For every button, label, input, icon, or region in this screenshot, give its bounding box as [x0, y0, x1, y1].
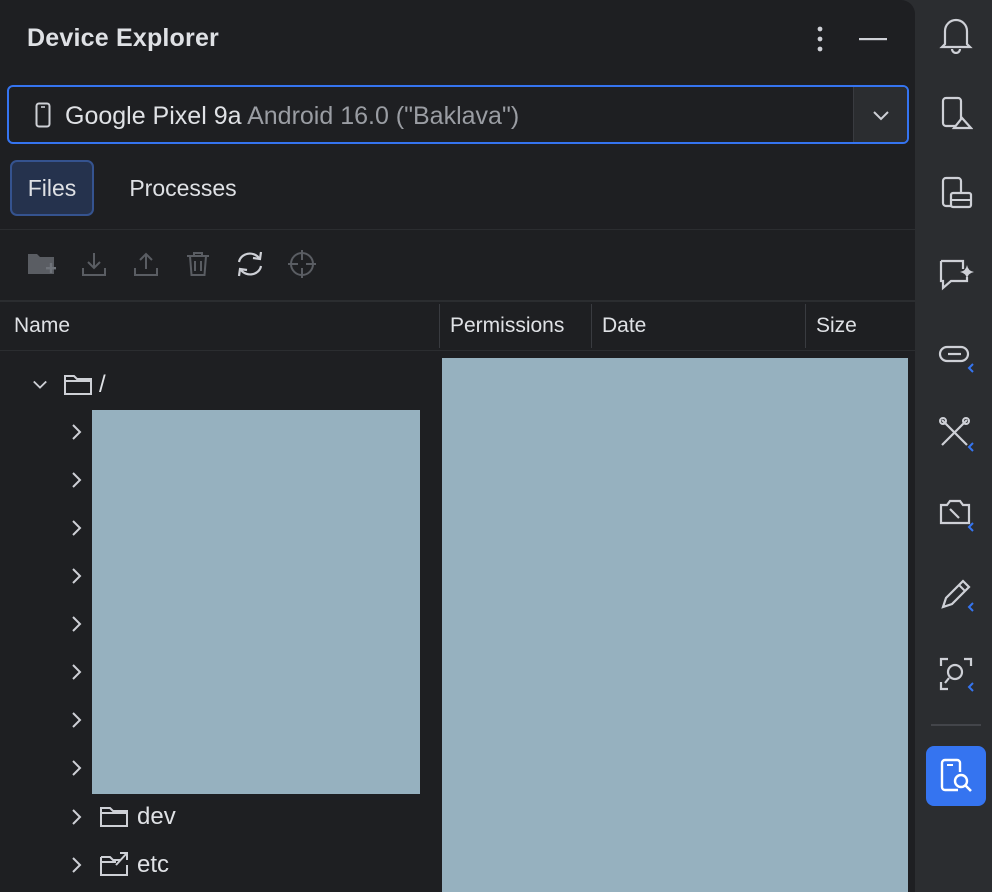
column-divider[interactable] — [591, 304, 592, 348]
ide-window: Device Explorer Google Pixel 9a Android … — [0, 0, 992, 892]
chevron-right-icon[interactable] — [68, 664, 84, 680]
upload-button[interactable] — [130, 248, 162, 280]
tree-row-label: dev — [137, 803, 176, 830]
tab-processes[interactable]: Processes — [108, 160, 258, 216]
download-button[interactable] — [78, 248, 110, 280]
more-options-button[interactable] — [806, 22, 834, 56]
chevron-right-icon[interactable] — [68, 712, 84, 728]
layout-inspector-button[interactable] — [931, 569, 981, 619]
minimize-button[interactable] — [856, 22, 890, 56]
device-name: Google Pixel 9a — [65, 102, 242, 130]
chevron-right-icon[interactable] — [68, 809, 84, 825]
device-dropdown-button[interactable] — [853, 87, 907, 142]
tree-row-etc[interactable]: etc — [68, 841, 169, 889]
tree-row-redacted[interactable] — [68, 552, 84, 600]
app-links-button[interactable] — [931, 330, 981, 380]
minimize-icon — [859, 38, 887, 41]
tree-row-label: / — [99, 371, 106, 398]
screen-capture-button[interactable] — [931, 649, 981, 699]
locate-button[interactable] — [286, 248, 318, 280]
upload-icon — [134, 252, 158, 276]
device-manager-icon — [941, 176, 973, 209]
gemini-chat-button[interactable] — [931, 249, 981, 299]
phone-icon — [35, 102, 51, 128]
tree-row-redacted[interactable] — [68, 600, 84, 648]
chevron-down-icon — [872, 110, 889, 120]
tree-row-redacted[interactable] — [68, 504, 84, 552]
column-header-date[interactable]: Date — [602, 302, 646, 350]
screen-capture-icon — [939, 657, 974, 692]
folder-link-icon — [100, 852, 128, 876]
chevron-down-icon[interactable] — [32, 377, 48, 393]
column-header-size[interactable]: Size — [816, 302, 857, 350]
tree-row-redacted[interactable] — [68, 744, 84, 792]
device-os: Android 16.0 ("Baklava") — [247, 102, 520, 130]
panel-header: Device Explorer — [0, 0, 915, 78]
notifications-button[interactable] — [931, 10, 981, 60]
delete-button[interactable] — [182, 248, 214, 280]
chevron-right-icon[interactable] — [68, 760, 84, 776]
locate-icon — [288, 250, 316, 278]
app-links-icon — [938, 345, 974, 373]
device-mirroring-icon — [939, 499, 974, 532]
running-devices-button[interactable] — [931, 89, 981, 139]
folder-icon — [64, 375, 92, 395]
column-header-name[interactable]: Name — [14, 302, 70, 350]
tree-row-label: etc — [137, 851, 170, 878]
sync-button[interactable] — [234, 248, 266, 280]
column-divider[interactable] — [439, 304, 440, 348]
chevron-right-icon[interactable] — [68, 520, 84, 536]
redacted-region — [442, 358, 908, 892]
tab-files[interactable]: Files — [10, 160, 94, 216]
tree-row-dev[interactable]: dev — [68, 793, 176, 841]
column-divider[interactable] — [805, 304, 806, 348]
device-mirroring-button[interactable] — [931, 489, 981, 539]
device-label: Google Pixel 9a Android 16.0 ("Baklava") — [65, 102, 519, 131]
app-inspection-icon — [939, 417, 974, 452]
download-icon — [82, 253, 106, 276]
tree-row-redacted[interactable] — [68, 456, 84, 504]
tree-row-redacted[interactable] — [68, 648, 84, 696]
device-selector[interactable]: Google Pixel 9a Android 16.0 ("Baklava") — [7, 85, 909, 144]
device-explorer-button[interactable] — [926, 746, 986, 806]
new-folder-icon — [28, 254, 56, 274]
sync-icon — [237, 251, 263, 277]
app-inspection-button[interactable] — [931, 409, 981, 459]
layout-inspector-icon — [941, 579, 974, 612]
chevron-right-icon[interactable] — [68, 616, 84, 632]
delete-icon — [187, 252, 209, 276]
tree-row-redacted[interactable] — [68, 696, 84, 744]
redacted-region — [92, 410, 420, 794]
panel-title: Device Explorer — [27, 24, 219, 52]
device-explorer-icon — [940, 758, 972, 792]
gemini-chat-icon — [939, 259, 974, 291]
running-devices-icon — [941, 96, 973, 130]
device-explorer-panel: Device Explorer Google Pixel 9a Android … — [0, 0, 915, 892]
new-folder-button[interactable] — [26, 248, 58, 280]
divider — [0, 229, 915, 230]
divider — [0, 350, 915, 351]
tree-row-root[interactable]: / — [32, 361, 106, 409]
chevron-right-icon[interactable] — [68, 857, 84, 873]
chevron-right-icon[interactable] — [68, 472, 84, 488]
chevron-right-icon[interactable] — [68, 568, 84, 584]
more-vertical-icon — [817, 26, 823, 52]
notifications-icon — [939, 18, 973, 54]
chevron-right-icon[interactable] — [68, 424, 84, 440]
divider — [931, 724, 981, 726]
column-header-permissions[interactable]: Permissions — [450, 302, 564, 350]
device-manager-button[interactable] — [931, 169, 981, 219]
tree-row-redacted[interactable] — [68, 408, 84, 456]
folder-icon — [100, 807, 128, 827]
